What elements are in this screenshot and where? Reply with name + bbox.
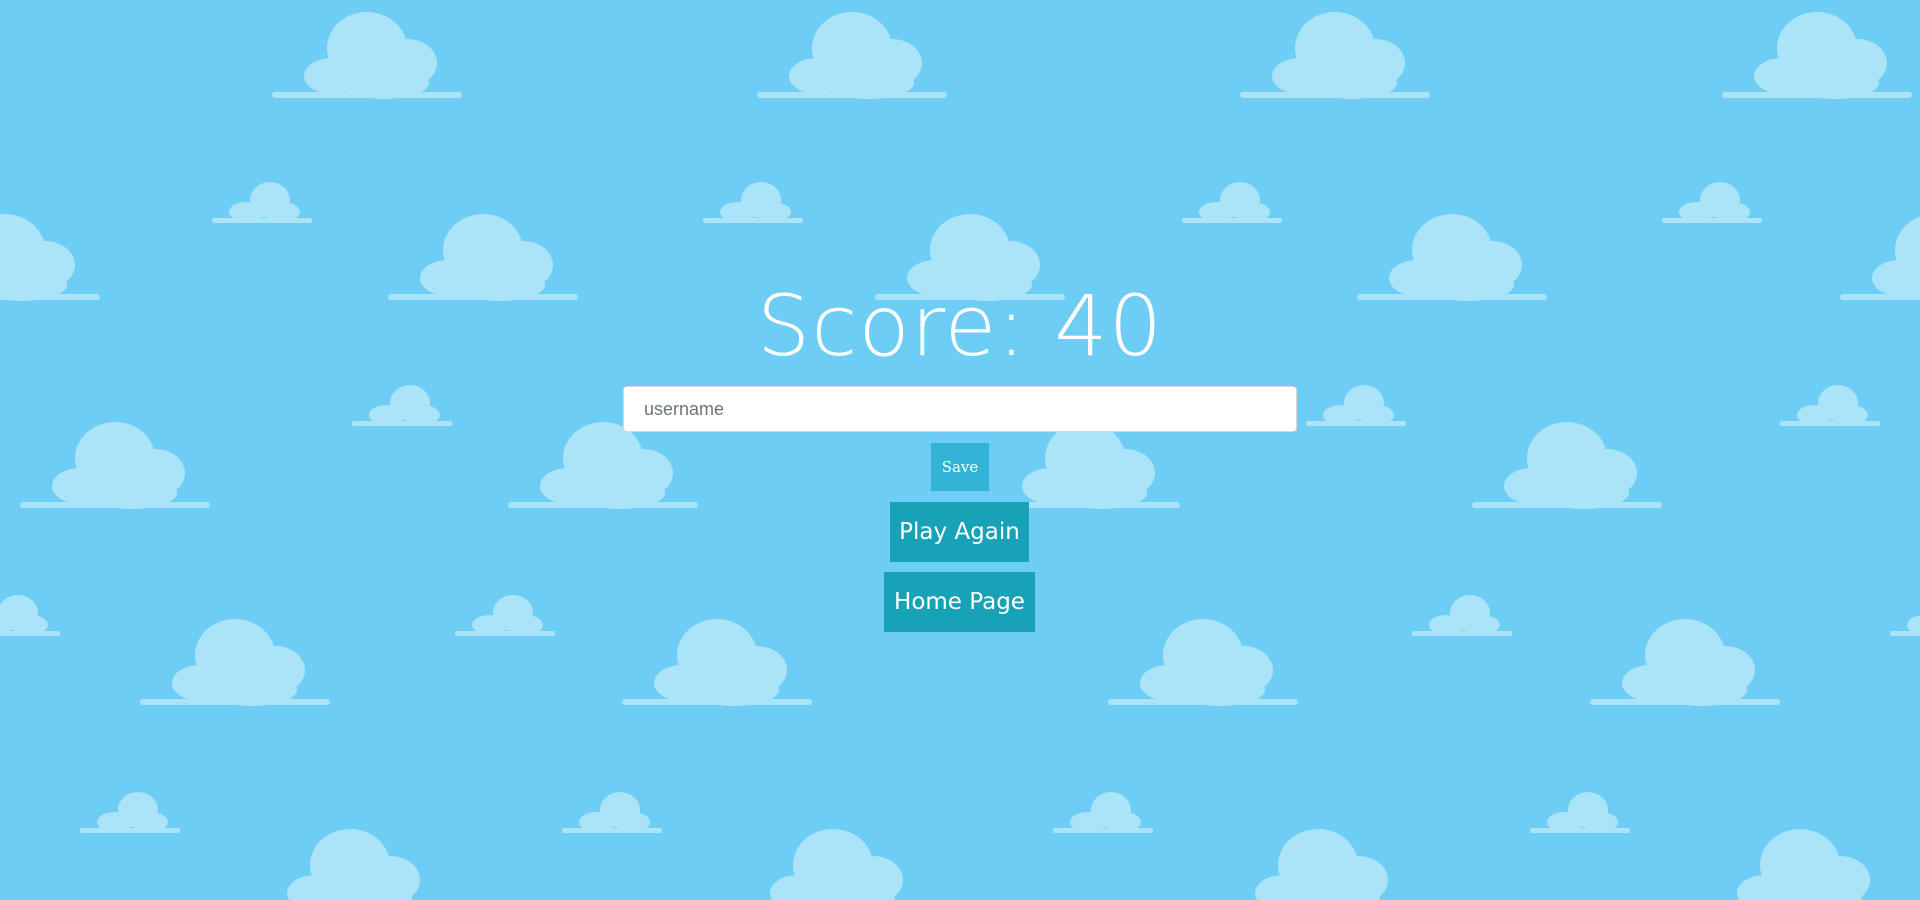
play-again-button[interactable]: Play Again [890, 502, 1029, 562]
username-input[interactable] [623, 386, 1297, 432]
score-display: Score: 40 [756, 277, 1164, 375]
game-over-panel: Score: 40 Save Play Again Home Page [0, 0, 1920, 900]
home-page-button[interactable]: Home Page [884, 572, 1035, 632]
save-button[interactable]: Save [931, 443, 989, 491]
